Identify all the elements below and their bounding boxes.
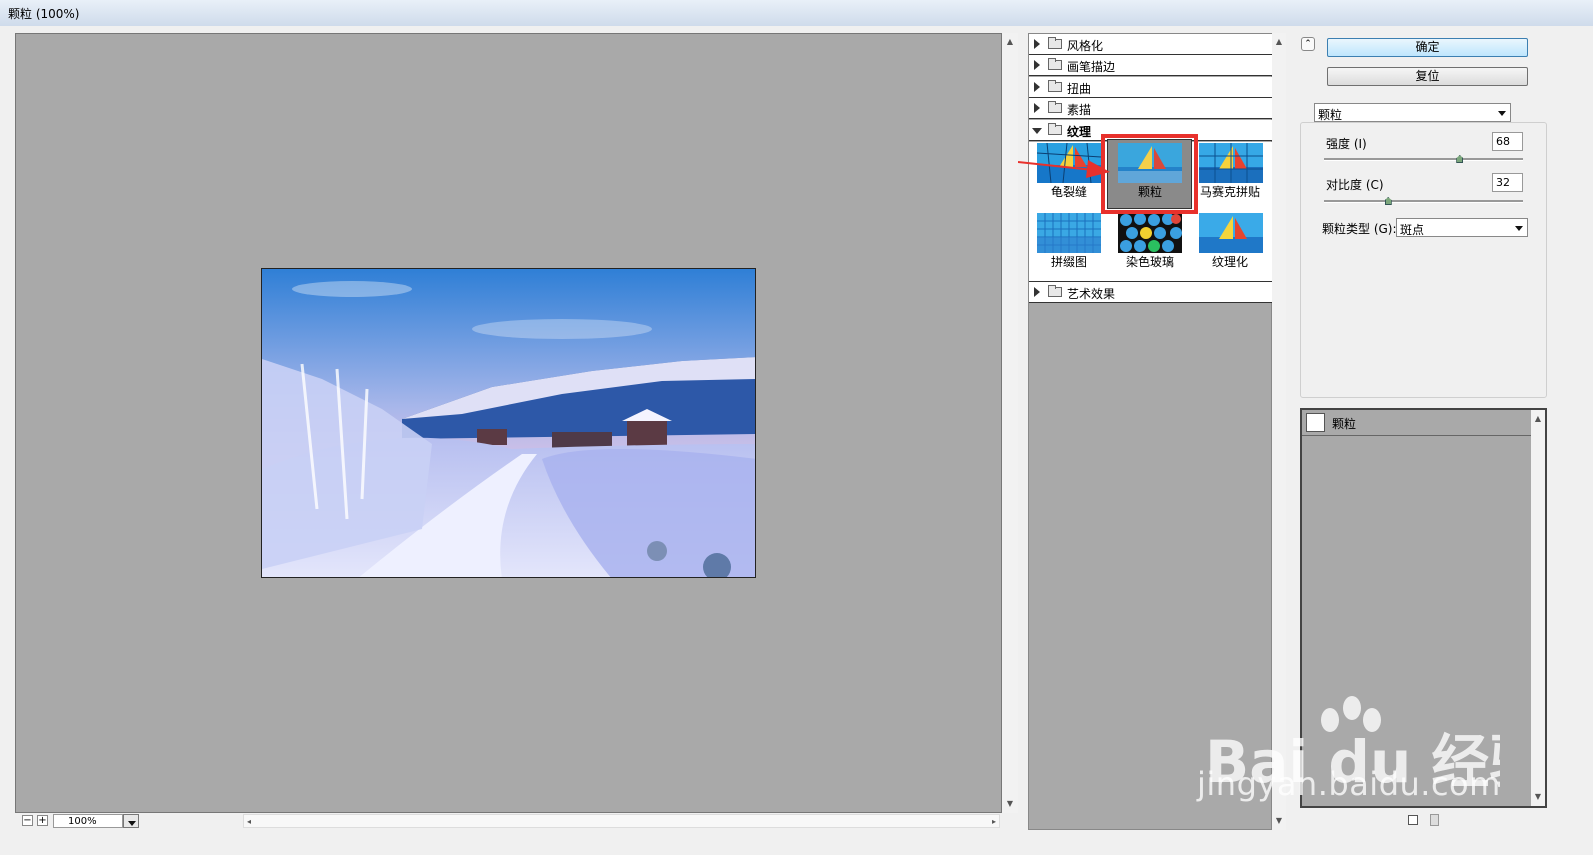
category-label: 艺术效果 [1067, 287, 1116, 301]
filter-category-brush-strokes[interactable]: 画笔描边 [1029, 55, 1272, 76]
expand-triangle-icon[interactable] [1034, 82, 1040, 92]
intensity-input[interactable]: 68 [1492, 132, 1523, 151]
effect-layer-row[interactable]: 颗粒 [1302, 410, 1531, 436]
layers-scrollbar[interactable]: ▲ ▼ [1531, 410, 1545, 806]
filter-category-sketch[interactable]: 素描 [1029, 98, 1272, 119]
window-title: 颗粒 (100%) [8, 7, 80, 21]
new-effect-layer-icon[interactable] [1408, 815, 1418, 825]
collapse-gallery-icon[interactable]: ⌃ [1301, 37, 1315, 51]
zoom-dropdown-button[interactable] [123, 814, 139, 828]
filter-list-scrollbar[interactable]: ▲ ▼ [1272, 33, 1286, 830]
scroll-up-icon[interactable]: ▲ [1272, 35, 1286, 49]
expand-triangle-icon[interactable] [1034, 287, 1040, 297]
reset-button[interactable]: 复位 [1327, 67, 1528, 86]
zoom-bar: − + 100% ◂ ▸ [15, 813, 1018, 830]
scroll-down-icon[interactable]: ▼ [1002, 797, 1018, 811]
chevron-down-icon [1498, 111, 1506, 116]
title-bar: 颗粒 (100%) [0, 0, 1593, 27]
selection-highlight-box [1101, 134, 1198, 214]
scroll-up-icon[interactable]: ▲ [1531, 412, 1545, 426]
red-pointer-arrow-icon [1018, 160, 1110, 178]
collapse-triangle-icon[interactable] [1032, 128, 1042, 134]
thumbnail-texturizer[interactable] [1199, 213, 1263, 253]
scroll-down-icon[interactable]: ▼ [1272, 814, 1286, 828]
folder-icon [1048, 37, 1062, 49]
zoom-level-field[interactable]: 100% [53, 814, 123, 828]
watermark-url: jingyan.baidu.com [1197, 765, 1501, 803]
visibility-toggle-icon[interactable] [1306, 413, 1325, 432]
scroll-left-icon[interactable]: ◂ [244, 815, 254, 829]
effect-layer-label: 颗粒 [1332, 417, 1357, 431]
thumbnail-label: 染色玻璃 [1125, 255, 1174, 269]
folder-icon [1048, 285, 1062, 297]
contrast-slider-track[interactable] [1324, 200, 1523, 203]
grain-type-value: 斑点 [1400, 223, 1425, 237]
expand-triangle-icon[interactable] [1034, 103, 1040, 113]
scroll-down-icon[interactable]: ▼ [1531, 790, 1545, 804]
intensity-label: 强度 (I) [1326, 137, 1367, 151]
thumbnail-label: 马赛克拼贴 [1199, 185, 1260, 199]
folder-icon [1048, 80, 1062, 92]
filter-select-value: 颗粒 [1318, 108, 1343, 122]
thumbnail-label: 纹理化 [1211, 255, 1248, 269]
scroll-right-icon[interactable]: ▸ [989, 815, 999, 829]
delete-effect-layer-icon[interactable] [1430, 814, 1439, 826]
category-label: 素描 [1067, 103, 1092, 117]
preview-horizontal-scrollbar[interactable]: ◂ ▸ [243, 814, 1000, 828]
thumbnail-patchwork[interactable] [1037, 213, 1101, 253]
expand-triangle-icon[interactable] [1034, 60, 1040, 70]
zoom-out-button[interactable]: − [22, 815, 33, 826]
filter-category-distort[interactable]: 扭曲 [1029, 77, 1272, 98]
open-folder-icon [1048, 123, 1062, 135]
category-label: 画笔描边 [1067, 60, 1116, 74]
contrast-input[interactable]: 32 [1492, 173, 1523, 192]
filter-settings-panel [1300, 122, 1547, 398]
scroll-up-icon[interactable]: ▲ [1002, 35, 1018, 49]
preview-image [261, 268, 756, 578]
expand-triangle-icon[interactable] [1034, 39, 1040, 49]
category-label: 扭曲 [1067, 82, 1092, 96]
grain-type-dropdown[interactable]: 斑点 [1396, 218, 1528, 237]
effect-layers-panel: 颗粒 ▲ ▼ [1300, 408, 1547, 808]
folder-icon [1048, 58, 1062, 70]
filter-select-dropdown[interactable]: 颗粒 [1314, 103, 1511, 122]
thumbnail-label: 拼缀图 [1050, 255, 1087, 269]
thumbnail-mosaic-tiles[interactable] [1199, 143, 1263, 183]
filter-category-artistic[interactable]: 艺术效果 [1029, 282, 1272, 303]
intensity-slider-track[interactable] [1324, 158, 1523, 161]
ok-button[interactable]: 确定 [1327, 38, 1528, 57]
chevron-down-icon [1515, 226, 1523, 231]
preview-vertical-scrollbar[interactable]: ▲ ▼ [1002, 33, 1018, 813]
snow-landscape-image [262, 269, 755, 577]
thumbnail-stained-glass[interactable] [1118, 213, 1182, 253]
grain-type-label: 颗粒类型 (G): [1322, 222, 1397, 236]
folder-icon [1048, 101, 1062, 113]
zoom-in-button[interactable]: + [37, 815, 48, 826]
thumbnail-label: 龟裂缝 [1050, 185, 1087, 199]
filter-category-stylize[interactable]: 风格化 [1029, 34, 1272, 55]
category-label: 风格化 [1067, 39, 1104, 53]
category-label: 纹理 [1067, 125, 1092, 139]
contrast-label: 对比度 (C) [1326, 178, 1384, 192]
